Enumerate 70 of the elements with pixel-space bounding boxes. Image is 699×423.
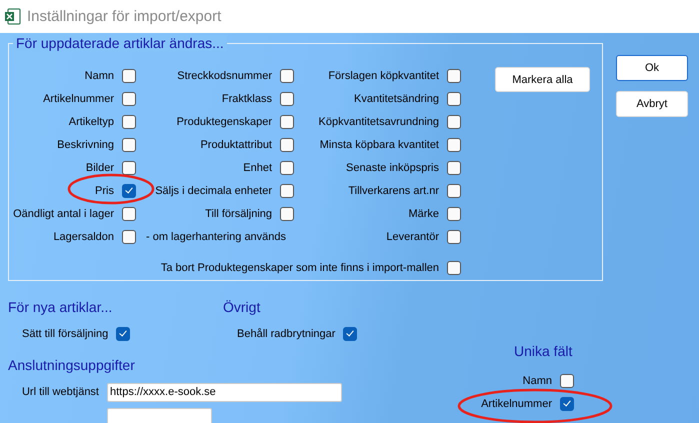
checkbox-label: Ta bort Produktegenskaper som inte finns i import-mallen <box>160 262 439 274</box>
checkbox[interactable] <box>447 230 461 244</box>
checkbox-label: Produktattribut <box>200 138 272 150</box>
checkbox[interactable] <box>122 114 136 128</box>
checkbox[interactable] <box>122 206 136 220</box>
checkbox[interactable] <box>280 114 294 128</box>
checkbox-label: Fraktklass <box>222 92 272 104</box>
dialog-button[interactable]: Avbryt <box>616 91 688 117</box>
checkbox[interactable] <box>447 206 461 220</box>
checkbox-label: Förslagen köpkvantitet <box>328 70 439 82</box>
checkbox[interactable] <box>447 92 461 106</box>
text-field[interactable]: https://xxxx.e-sook.se <box>107 382 342 402</box>
checkbox[interactable] <box>447 68 461 82</box>
checkbox[interactable] <box>122 184 136 198</box>
checkbox-label: Tillverkarens art.nr <box>348 184 439 196</box>
checkbox[interactable] <box>122 92 136 106</box>
checkbox[interactable] <box>280 184 294 198</box>
checkbox-label: Beskrivning <box>57 138 114 150</box>
checkbox[interactable] <box>447 114 461 128</box>
checkbox-label: Produktegenskaper <box>176 116 272 128</box>
section-title: Anslutningsuppgifter <box>8 357 135 375</box>
checkbox[interactable] <box>122 160 136 174</box>
checkbox[interactable] <box>280 68 294 82</box>
checkbox-label: Till försäljning <box>205 208 272 220</box>
checkbox-label: Oändligt antal i lager <box>13 208 114 220</box>
checkbox[interactable] <box>447 184 461 198</box>
checkbox[interactable] <box>560 396 574 410</box>
checkbox-label: Artikelnummer <box>43 92 114 104</box>
checkbox[interactable] <box>280 206 294 220</box>
checkbox[interactable] <box>343 326 358 340</box>
text-field[interactable] <box>107 408 212 423</box>
checkbox[interactable] <box>122 138 136 152</box>
checkbox[interactable] <box>122 230 136 244</box>
group-title: För uppdaterade artiklar ändras... <box>13 35 227 51</box>
checkbox[interactable] <box>280 160 294 174</box>
checkbox[interactable] <box>447 138 461 152</box>
checkbox-label: Pris <box>95 184 114 196</box>
checkbox[interactable] <box>280 138 294 152</box>
select-all-button[interactable]: Markera alla <box>495 67 590 92</box>
checkbox-label: Behåll radbrytningar <box>237 328 336 340</box>
checkbox-label: Säljs i decimala enheter <box>155 184 272 196</box>
checkbox[interactable] <box>280 92 294 106</box>
checkbox-label: Märke <box>408 208 439 220</box>
checkbox-label: Lagersaldon <box>53 230 114 242</box>
section-title: Unika fält <box>514 343 572 361</box>
checkbox-label: Enhet <box>243 162 272 174</box>
checkbox-label: Streckkodsnummer <box>177 70 272 82</box>
checkbox-label: Minsta köpbara kvantitet <box>320 138 439 150</box>
checkbox-label: Artikeltyp <box>68 116 114 128</box>
checkbox[interactable] <box>560 374 574 388</box>
checkbox-label: Namn <box>522 374 552 386</box>
checkbox-label: Artikelnummer <box>481 398 552 410</box>
section-title: Övrigt <box>223 299 260 317</box>
checkbox-label: Köpkvantitetsavrundning <box>318 116 439 128</box>
checkbox-label: Bilder <box>86 162 114 174</box>
spreadsheet-icon <box>4 8 21 25</box>
window-title: Inställningar för import/export <box>27 8 222 25</box>
checkbox[interactable] <box>447 260 461 274</box>
checkbox[interactable] <box>122 68 136 82</box>
checkbox-label: Sätt till försäljning <box>22 328 108 340</box>
dialog-button[interactable]: Ok <box>616 55 688 81</box>
checkbox[interactable] <box>116 326 130 340</box>
field-label: Url till webtjänst <box>20 386 100 398</box>
note-text: - om lagerhantering används <box>146 230 286 242</box>
checkbox-label: Kvantitetsändring <box>354 92 439 104</box>
checkbox[interactable] <box>447 160 461 174</box>
checkbox-label: Senaste inköpspris <box>346 162 439 174</box>
section-title: För nya artiklar... <box>8 299 112 317</box>
checkbox-label: Namn <box>84 70 114 82</box>
checkbox-label: Leverantör <box>386 230 439 242</box>
